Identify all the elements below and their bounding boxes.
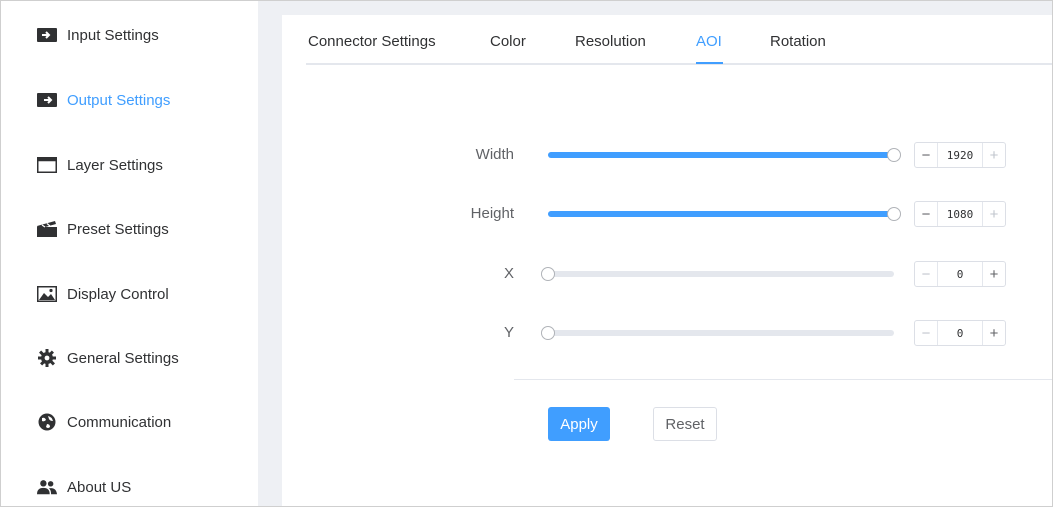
header-strip [282, 1, 1052, 15]
width-slider-fill [548, 152, 894, 158]
width-label: Width [475, 146, 514, 163]
y-label: Y [503, 324, 514, 341]
x-slider-handle[interactable] [541, 267, 555, 281]
sidebar-item-communication[interactable]: Communication [1, 402, 257, 442]
x-decrement-button[interactable]: − [915, 262, 938, 286]
tab-resolution[interactable]: Resolution [575, 33, 646, 50]
x-label: X [503, 265, 514, 282]
window-icon [37, 156, 57, 174]
sidebar-item-layer-settings[interactable]: Layer Settings [1, 145, 257, 185]
sidebar-item-label: Communication [67, 413, 172, 431]
sidebar-item-preset-settings[interactable]: Preset Settings [1, 209, 257, 249]
y-value[interactable]: 0 [938, 327, 982, 340]
globe-icon [37, 413, 57, 431]
gear-icon [37, 349, 57, 367]
form-divider [514, 379, 1052, 380]
width-slider[interactable] [548, 152, 894, 158]
image-icon [37, 285, 57, 303]
tab-aoi[interactable]: AOI [696, 33, 722, 50]
width-stepper: − 1920 + [914, 142, 1006, 168]
sidebar-item-general-settings[interactable]: General Settings [1, 338, 257, 378]
sidebar-item-label: Display Control [67, 285, 169, 303]
aoi-panel: Connector Settings Color Resolution AOI … [282, 15, 1052, 506]
clapperboard-icon [37, 220, 57, 238]
height-slider-fill [548, 211, 894, 217]
y-decrement-button[interactable]: − [915, 321, 938, 345]
width-decrement-button[interactable]: − [915, 143, 938, 167]
sidebar-item-about-us[interactable]: About US [1, 467, 257, 507]
height-label: Height [470, 205, 514, 222]
sidebar-item-label: About US [67, 478, 132, 496]
x-slider[interactable] [548, 271, 894, 277]
height-increment-button[interactable]: + [982, 202, 1005, 226]
width-value[interactable]: 1920 [938, 149, 982, 162]
sidebar-item-label: Layer Settings [67, 156, 163, 174]
sidebar-divider [258, 1, 282, 506]
sidebar: Input Settings Output Settings Layer Set… [1, 1, 257, 506]
tab-rotation[interactable]: Rotation [770, 33, 826, 50]
width-increment-button[interactable]: + [982, 143, 1005, 167]
sidebar-item-label: Input Settings [67, 26, 159, 44]
x-increment-button[interactable]: + [982, 262, 1005, 286]
sidebar-item-label: General Settings [67, 349, 179, 367]
sidebar-item-display-control[interactable]: Display Control [1, 274, 257, 314]
sidebar-item-output-settings[interactable]: Output Settings [1, 80, 257, 120]
reset-button[interactable]: Reset [653, 407, 717, 441]
tab-color[interactable]: Color [490, 33, 526, 50]
tab-connector-settings[interactable]: Connector Settings [308, 33, 436, 50]
input-icon [37, 26, 57, 44]
output-icon [37, 91, 57, 109]
y-slider-handle[interactable] [541, 326, 555, 340]
apply-button[interactable]: Apply [548, 407, 610, 441]
width-slider-handle[interactable] [887, 148, 901, 162]
height-stepper: − 1080 + [914, 201, 1006, 227]
users-icon [37, 478, 57, 496]
x-value[interactable]: 0 [938, 268, 982, 281]
height-decrement-button[interactable]: − [915, 202, 938, 226]
y-increment-button[interactable]: + [982, 321, 1005, 345]
sidebar-item-label: Preset Settings [67, 220, 169, 238]
tabs-divider [306, 63, 1052, 65]
height-value[interactable]: 1080 [938, 208, 982, 221]
sidebar-item-input-settings[interactable]: Input Settings [1, 15, 257, 55]
y-stepper: − 0 + [914, 320, 1006, 346]
y-slider[interactable] [548, 330, 894, 336]
sidebar-item-label: Output Settings [67, 91, 171, 109]
height-slider-handle[interactable] [887, 207, 901, 221]
tab-active-indicator [696, 62, 723, 64]
x-stepper: − 0 + [914, 261, 1006, 287]
height-slider[interactable] [548, 211, 894, 217]
